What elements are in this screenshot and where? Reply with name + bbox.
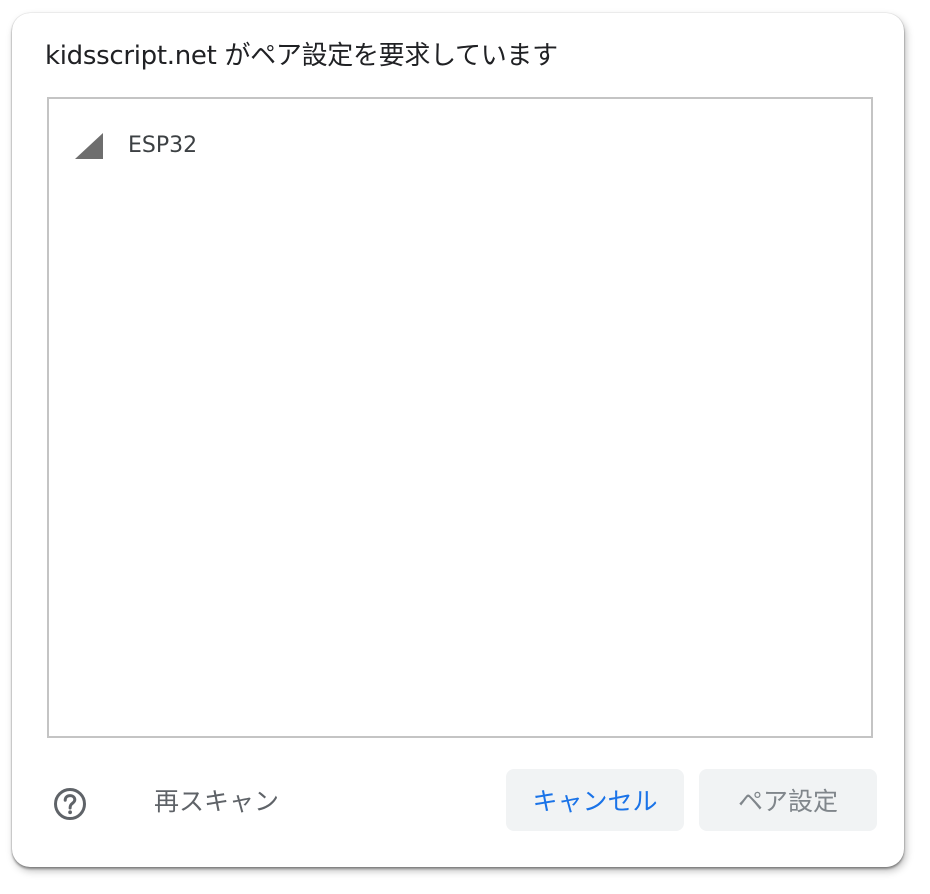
bluetooth-pairing-dialog: kidsscript.net がペア設定を要求しています ESP32 再スキャン… [12, 13, 904, 867]
dialog-title: kidsscript.net がペア設定を要求しています [45, 41, 558, 71]
device-list[interactable]: ESP32 [47, 97, 873, 738]
signal-strength-icon [75, 133, 103, 159]
device-name: ESP32 [128, 133, 198, 158]
device-list-item[interactable]: ESP32 [49, 127, 871, 167]
pair-button[interactable]: ペア設定 [699, 769, 877, 831]
cancel-button[interactable]: キャンセル [506, 769, 684, 831]
rescan-button[interactable]: 再スキャン [154, 784, 279, 820]
help-circle-icon[interactable] [53, 787, 87, 821]
